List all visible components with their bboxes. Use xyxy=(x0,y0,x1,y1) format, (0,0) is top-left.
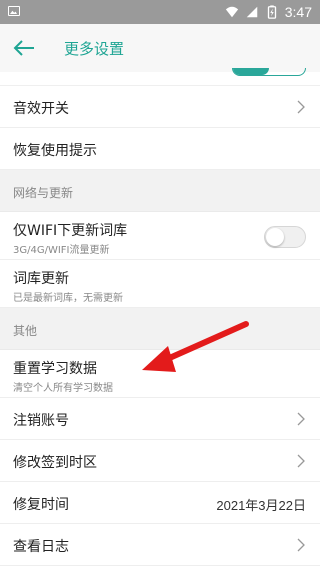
section-header-network: 网络与更新 xyxy=(0,170,320,212)
row-subtitle: 已是最新词库，无需更新 xyxy=(13,293,123,304)
section-label: 网络与更新 xyxy=(13,186,74,200)
status-icons: 3:47 xyxy=(225,0,312,24)
row-subtitle: 3G/4G/WIFI流量更新 xyxy=(13,245,110,256)
wifi-icon xyxy=(225,6,238,18)
chevron-right-icon xyxy=(297,412,305,426)
row-label: 修复时间 xyxy=(13,497,69,513)
timezone-row[interactable]: 修改签到时区 xyxy=(0,440,320,482)
section-header-other: 其他 xyxy=(0,308,320,350)
logs-row[interactable]: 查看日志 xyxy=(0,524,320,566)
row-subtitle: 清空个人所有学习数据 xyxy=(13,383,113,394)
restore-tips-row[interactable]: 恢复使用提示 xyxy=(0,128,320,170)
section-label: 其他 xyxy=(13,324,38,338)
row-label: 查看日志 xyxy=(13,539,69,555)
row-label: 仅WIFI下更新词库 xyxy=(13,223,128,239)
partial-toggle-switch[interactable] xyxy=(232,68,306,76)
image-notification-icon xyxy=(8,6,20,16)
wifi-only-row[interactable]: 仅WIFI下更新词库 3G/4G/WIFI流量更新 xyxy=(0,212,320,260)
row-label: 重置学习数据 xyxy=(13,361,97,377)
page-title: 更多设置 xyxy=(64,40,125,58)
row-label: 恢复使用提示 xyxy=(13,143,97,159)
reset-data-row[interactable]: 重置学习数据 清空个人所有学习数据 xyxy=(0,350,320,398)
lexicon-update-row[interactable]: 词库更新 已是最新词库，无需更新 xyxy=(0,260,320,308)
logout-row[interactable]: 注销账号 xyxy=(0,398,320,440)
status-bar: 3:47 xyxy=(0,0,320,24)
partial-row xyxy=(0,68,320,86)
row-label: 词库更新 xyxy=(13,271,69,287)
back-arrow-icon[interactable] xyxy=(12,38,36,58)
app-bar: 更多设置 xyxy=(0,24,320,72)
row-label: 注销账号 xyxy=(13,413,69,429)
toggle-knob xyxy=(266,228,284,246)
repair-time-value: 2021年3月22日 xyxy=(216,498,306,513)
wifi-only-toggle[interactable] xyxy=(264,226,306,248)
chevron-right-icon xyxy=(297,454,305,468)
settings-list: 音效开关 恢复使用提示 网络与更新 仅WIFI下更新词库 3G/4G/WIFI流… xyxy=(0,86,320,566)
signal-icon xyxy=(246,6,257,18)
battery-icon xyxy=(267,5,276,19)
chevron-right-icon xyxy=(297,100,305,114)
sound-toggle-row[interactable]: 音效开关 xyxy=(0,86,320,128)
chevron-right-icon xyxy=(297,538,305,552)
row-label: 音效开关 xyxy=(13,101,69,117)
row-label: 修改签到时区 xyxy=(13,455,97,471)
clock: 3:47 xyxy=(284,4,312,20)
repair-time-row[interactable]: 修复时间 2021年3月22日 xyxy=(0,482,320,524)
